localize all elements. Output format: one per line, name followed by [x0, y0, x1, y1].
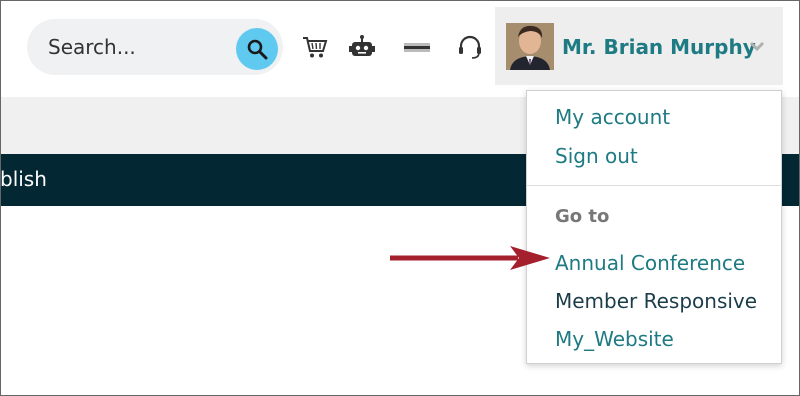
- annual-conference-link[interactable]: Annual Conference: [555, 251, 745, 275]
- avatar: [506, 23, 554, 70]
- member-responsive-link[interactable]: Member Responsive: [555, 289, 757, 313]
- search-icon: [247, 39, 268, 60]
- menu-divider: [527, 185, 781, 186]
- publish-label[interactable]: blish: [0, 167, 47, 191]
- my-website-link[interactable]: My_Website: [555, 327, 674, 351]
- chevron-down-icon: [749, 41, 765, 52]
- user-name: Mr. Brian Murphy: [562, 35, 756, 59]
- headset-icon[interactable]: [456, 34, 484, 60]
- user-dropdown-menu: My account Sign out Go to Annual Confere…: [526, 90, 782, 364]
- search-input[interactable]: Search...: [48, 35, 136, 59]
- my-account-link[interactable]: My account: [555, 105, 670, 129]
- sign-out-link[interactable]: Sign out: [555, 144, 638, 168]
- robot-icon[interactable]: [348, 34, 376, 60]
- cart-icon[interactable]: [301, 34, 329, 60]
- user-menu-toggle[interactable]: Mr. Brian Murphy: [495, 7, 783, 85]
- top-header: Search... Mr. Brian Murphy: [0, 0, 800, 97]
- callout-arrow: [390, 246, 550, 270]
- search-button[interactable]: [236, 28, 278, 70]
- card-icon[interactable]: [403, 34, 431, 60]
- go-to-heading: Go to: [555, 206, 610, 227]
